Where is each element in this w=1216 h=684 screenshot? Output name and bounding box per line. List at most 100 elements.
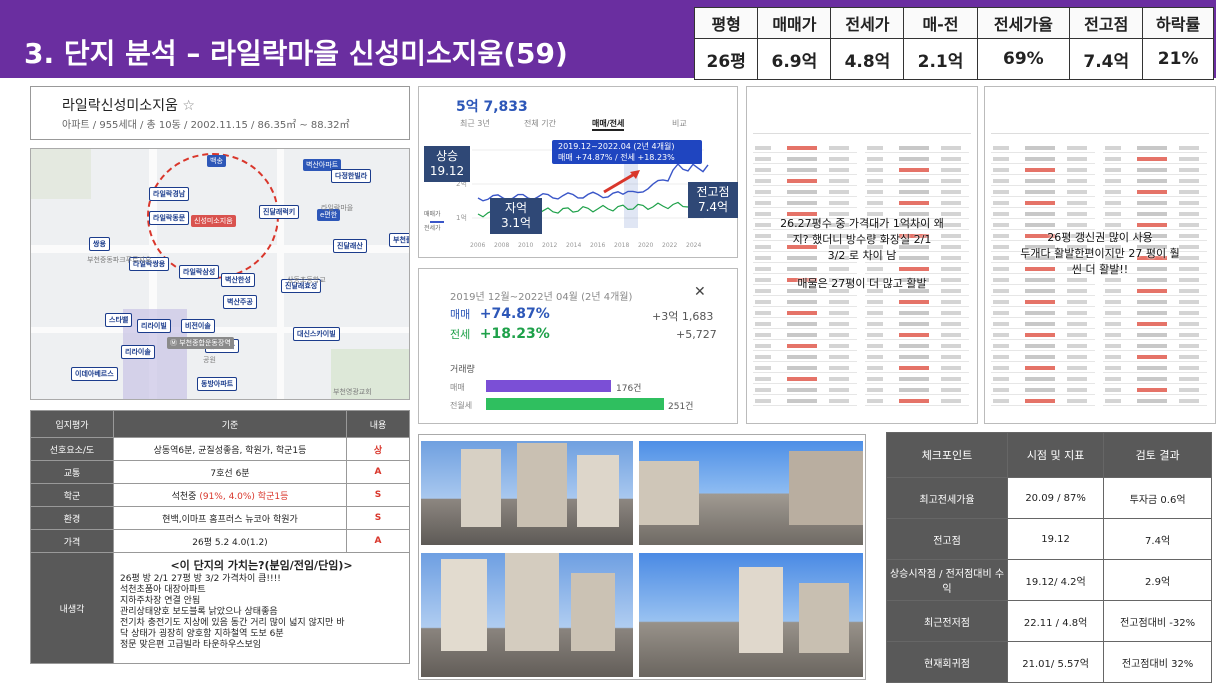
listing-row-mark (1025, 212, 1055, 216)
eval-value: 현백,이마프 홈프러스 뉴코아 학원가 (113, 506, 347, 530)
map-pin[interactable]: 동방아파트 (197, 377, 238, 391)
listing-row-mark (941, 146, 961, 150)
listing-row-line (753, 273, 857, 274)
listing-row-mark (867, 157, 883, 161)
listing-row-line (1103, 196, 1207, 197)
listing-row-mark (1105, 157, 1121, 161)
close-icon[interactable]: ✕ (694, 284, 706, 300)
map-pin[interactable]: 대신스카이빌 (293, 327, 340, 341)
listing-row-mark (755, 355, 771, 359)
listing-row-mark (1067, 366, 1087, 370)
location-map[interactable]: 라일락경남 라일락동문 신성미소지움 진달래럭키 라일락쌍용 라일락삼성 벽산아파트 벽산한성… (30, 148, 410, 400)
checkpoint-table: 체크포인트 시점 및 지표 검토 결과 최고전세가율 20.09 / 87% 투자금… (886, 432, 1212, 683)
check-header: 체크포인트 (886, 432, 1008, 478)
listing-row-mark (941, 344, 961, 348)
eval-row: 학군 석천중 (91%, 4.0%) 학군1등 S (30, 483, 410, 507)
listing-row-mark (755, 322, 771, 326)
map-pin[interactable]: 리라이빌 (137, 319, 171, 333)
site-photo[interactable] (421, 553, 633, 677)
listing-row-mark (1105, 190, 1121, 194)
site-photo[interactable] (639, 553, 863, 677)
star-icon[interactable]: ☆ (182, 98, 195, 114)
note-line: 정문 맞은편 고급빌라 타운하우스보임 (120, 640, 262, 650)
listing-row-line (753, 350, 857, 351)
listing-row-line (865, 350, 969, 351)
listing-row-mark (1067, 311, 1087, 315)
listing-row-mark (993, 355, 1009, 359)
map-pin[interactable]: 다정한빌라 (331, 169, 372, 183)
map-pin[interactable]: 스타밸 (105, 313, 133, 327)
note-line: 석천초품아 대장아파트 (120, 585, 206, 595)
map-pin[interactable]: 진달래럭키 (259, 205, 300, 219)
listing-row-mark (1137, 344, 1167, 348)
subway-station[interactable]: Ⓜ 부천종합운동장역 (167, 337, 234, 349)
listing-row-mark (1067, 201, 1087, 205)
map-pin[interactable]: 진달래산 (333, 239, 367, 253)
listing-row-mark (829, 399, 849, 403)
summary-value: 26평 (693, 38, 759, 80)
site-photo[interactable] (421, 441, 633, 545)
listing-row-mark (867, 333, 883, 337)
listing-row-line (865, 372, 969, 373)
listing-row-mark (1137, 278, 1167, 282)
listing-row-line (753, 185, 857, 186)
listing-row-mark (1179, 344, 1199, 348)
listing-row-mark (1137, 212, 1167, 216)
volume-rent-count: 251건 (668, 402, 694, 412)
map-pin[interactable]: 라일락경남 (149, 187, 190, 201)
listing-row-line (865, 152, 969, 153)
listing-row-mark (1179, 377, 1199, 381)
map-pin[interactable]: 라일락동문 (149, 211, 190, 225)
check-header: 검토 결과 (1103, 432, 1212, 478)
listing-row-mark (941, 333, 961, 337)
note-title: <이 단지의 가치는?(분임/전임/단임)> (170, 559, 353, 572)
x-tick-label: 2006 (470, 242, 485, 249)
listing-row-line (1103, 383, 1207, 384)
listing-row-mark (993, 179, 1009, 183)
summary-value-row: 26평 6.9억 4.8억 2.1억 69% 7.4억 21% (693, 38, 1214, 80)
listing-row-mark (787, 311, 817, 315)
listing-row-mark (1105, 344, 1121, 348)
map-pin[interactable]: 쌍용 (89, 237, 110, 251)
map-pin[interactable]: 백송 (207, 155, 226, 167)
volume-sale-count: 176건 (616, 384, 642, 394)
summary-header: 전세가 (830, 7, 905, 39)
map-pin[interactable]: 벽산한성 (221, 273, 255, 287)
location-evaluation-table: 입지평가 기준 내용 선호요소/도 상동역6분, 균질성좋음, 학원가, 학군1등… (30, 410, 410, 664)
listing-row-mark (1067, 157, 1087, 161)
listing-row-mark (1025, 289, 1055, 293)
listing-row-mark (1105, 289, 1121, 293)
map-pin[interactable]: 부천플렉스 (389, 233, 409, 247)
listing-row-line (991, 306, 1095, 307)
map-pin[interactable]: 이데아베르스 (71, 367, 118, 381)
map-pin[interactable]: 라일락삼성 (179, 265, 220, 279)
listing-row-mark (899, 300, 929, 304)
check-key: 전고점 (886, 518, 1008, 560)
listing-row-mark (1105, 201, 1121, 205)
rise-label-box: 상승 19.12 (424, 146, 470, 182)
x-tick-label: 2012 (542, 242, 557, 249)
map-pin[interactable]: 비전이솔 (181, 319, 215, 333)
listing-row-line (753, 207, 857, 208)
check-result: 투자금 0.6억 (1103, 477, 1212, 519)
listing-row-mark (755, 146, 771, 150)
listing-row-mark (1179, 146, 1199, 150)
listing-row-mark (1179, 157, 1199, 161)
legend-sale-label: 매매가 (424, 210, 441, 218)
listing-row-line (865, 317, 969, 318)
change-period: 2019년 12월~2022년 04월 (2년 4개월) (450, 292, 633, 303)
map-pin[interactable]: 신성미소지움 (191, 215, 236, 227)
listing-row-mark (867, 146, 883, 150)
listing-row-mark (1067, 289, 1087, 293)
listing-row-mark (899, 377, 929, 381)
map-pin[interactable]: 리라이솔 (121, 345, 155, 359)
rise-value: 19.12 (429, 164, 465, 178)
site-photo[interactable] (639, 441, 863, 545)
listing-row-mark (899, 179, 929, 183)
listing-row-mark (993, 201, 1009, 205)
listing-row-mark (787, 179, 817, 183)
listing-row-mark (867, 366, 883, 370)
map-pin[interactable]: 벽산주공 (223, 295, 257, 309)
sale-price-line (477, 162, 709, 202)
listing-row-line (753, 295, 857, 296)
